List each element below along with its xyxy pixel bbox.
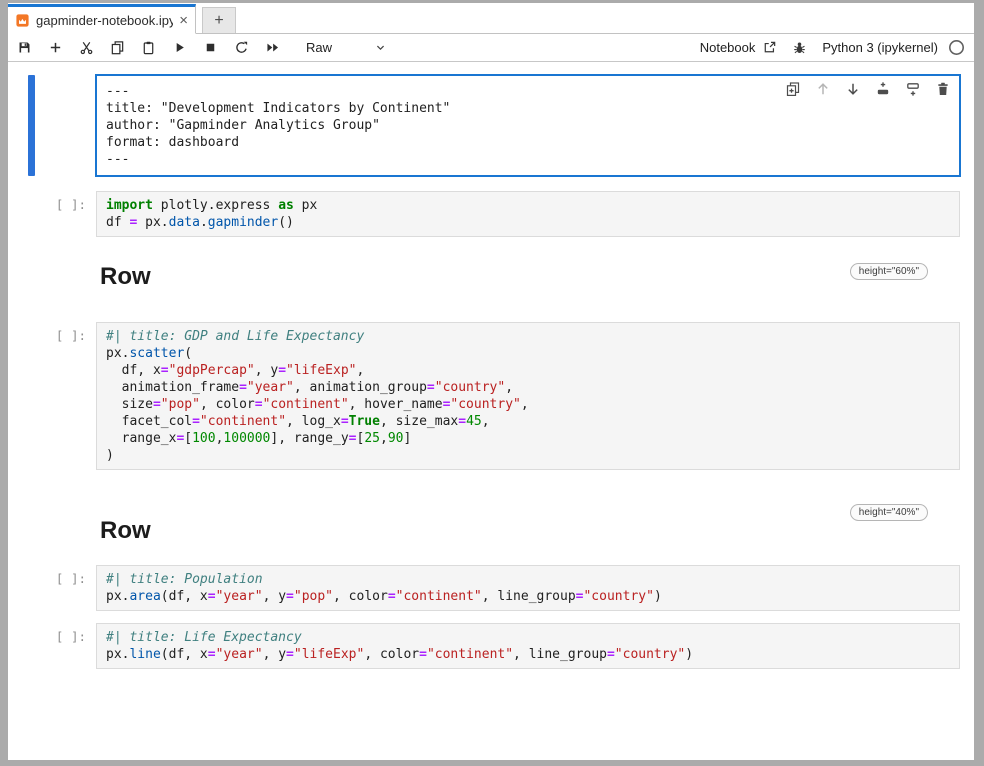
- cell-editor[interactable]: #| title: GDP and Life Expectancypx.scat…: [96, 322, 960, 470]
- markdown-cell[interactable]: Rowheight="60%": [8, 263, 974, 291]
- cell-main: import plotly.express as pxdf = px.data.…: [96, 191, 960, 237]
- code-cell[interactable]: [ ]:#| title: Life Expectancypx.line(df,…: [8, 623, 974, 669]
- cell-type-dropdown[interactable]: Raw: [306, 40, 387, 55]
- cell-main: #| title: Life Expectancypx.line(df, x="…: [96, 623, 960, 669]
- code-cell[interactable]: [ ]:#| title: Populationpx.area(df, x="y…: [8, 565, 974, 611]
- tab-bar: gapminder-notebook.ipynb × +: [8, 3, 974, 34]
- kernel-name: Python 3 (ipykernel): [822, 40, 938, 55]
- cell-editor[interactable]: #| title: Life Expectancypx.line(df, x="…: [96, 623, 960, 669]
- jupyterlab-window: gapminder-notebook.ipynb × + Raw Noteboo…: [8, 3, 974, 760]
- markdown-heading: Row: [96, 263, 960, 291]
- code-line: px.area(df, x="year", y="pop", color="co…: [106, 588, 950, 605]
- cell-editor[interactable]: import plotly.express as pxdf = px.data.…: [96, 191, 960, 237]
- code-line: ---: [106, 151, 950, 168]
- move-cell-down-icon[interactable]: [845, 81, 861, 97]
- notebook-content-area[interactable]: --- title: "Development Indicators by Con…: [8, 62, 974, 760]
- cell-main: Rowheight="60%": [96, 263, 960, 291]
- code-cell[interactable]: [ ]:#| title: GDP and Life Expectancypx.…: [8, 322, 974, 470]
- debugger-bug-icon[interactable]: [792, 40, 807, 55]
- code-line: facet_col="continent", log_x=True, size_…: [106, 413, 950, 430]
- close-tab-icon[interactable]: ×: [179, 13, 188, 28]
- markdown-cell[interactable]: Rowheight="40%": [8, 517, 974, 545]
- execution-prompt: [ ]:: [35, 623, 96, 669]
- notebook-cells: --- title: "Development Indicators by Con…: [8, 75, 974, 669]
- cell-collapser[interactable]: [28, 565, 35, 611]
- cell-toolbar: [785, 81, 951, 97]
- cell-attribute-badge: height="60%": [850, 263, 928, 280]
- external-link-icon: [762, 40, 777, 55]
- stop-kernel-icon[interactable]: [203, 36, 234, 60]
- code-line: px.line(df, x="year", y="lifeExp", color…: [106, 646, 950, 663]
- code-line: #| title: Population: [106, 571, 950, 588]
- code-line: px.scatter(: [106, 345, 950, 362]
- cell-collapser[interactable]: [28, 623, 35, 669]
- cell-editor[interactable]: --- title: "Development Indicators by Con…: [96, 75, 960, 176]
- cell-attribute-badge: height="40%": [850, 504, 928, 521]
- delete-cell-icon[interactable]: [935, 81, 951, 97]
- notebook-file-icon: [15, 13, 30, 28]
- cell-collapser[interactable]: [28, 322, 35, 470]
- kernel-status-icon: [948, 39, 965, 56]
- raw-cell[interactable]: --- title: "Development Indicators by Con…: [8, 75, 974, 176]
- insert-cell-below-icon[interactable]: [905, 81, 921, 97]
- cell-main: --- title: "Development Indicators by Con…: [96, 75, 960, 176]
- save-icon[interactable]: [17, 36, 48, 60]
- notebook-toolbar: Raw Notebook Python 3 (ipykernel): [8, 34, 974, 62]
- execution-prompt: [35, 517, 96, 545]
- tab-gapminder-notebook[interactable]: gapminder-notebook.ipynb ×: [8, 4, 196, 34]
- code-line: animation_frame="year", animation_group=…: [106, 379, 950, 396]
- code-line: size="pop", color="continent", hover_nam…: [106, 396, 950, 413]
- tab-title: gapminder-notebook.ipynb: [36, 13, 173, 28]
- code-line: format: dashboard: [106, 134, 950, 151]
- toolbar-left-icons: [17, 36, 296, 60]
- execution-prompt: [35, 75, 96, 176]
- new-tab-button[interactable]: +: [202, 7, 236, 33]
- move-cell-up-icon: [815, 81, 831, 97]
- copy-cells-icon[interactable]: [110, 36, 141, 60]
- restart-kernel-icon[interactable]: [234, 36, 265, 60]
- cell-editor[interactable]: #| title: Populationpx.area(df, x="year"…: [96, 565, 960, 611]
- insert-cell-above-icon[interactable]: [875, 81, 891, 97]
- code-line: ): [106, 447, 950, 464]
- code-line: author: "Gapminder Analytics Group": [106, 117, 950, 134]
- execution-prompt: [ ]:: [35, 565, 96, 611]
- add-cell-icon[interactable]: [48, 36, 79, 60]
- run-cell-icon[interactable]: [172, 36, 203, 60]
- duplicate-cell-icon[interactable]: [785, 81, 801, 97]
- open-in-notebook-button[interactable]: Notebook: [700, 40, 778, 55]
- notebook-label: Notebook: [700, 40, 756, 55]
- code-line: #| title: Life Expectancy: [106, 629, 950, 646]
- cell-collapser[interactable]: [28, 517, 35, 545]
- markdown-heading: Row: [96, 517, 960, 545]
- code-cell[interactable]: [ ]:import plotly.express as pxdf = px.d…: [8, 191, 974, 237]
- cell-main: #| title: GDP and Life Expectancypx.scat…: [96, 322, 960, 470]
- code-line: df = px.data.gapminder(): [106, 214, 950, 231]
- toolbar-right: Notebook Python 3 (ipykernel): [700, 39, 965, 56]
- cell-collapser[interactable]: [28, 75, 35, 176]
- execution-prompt: [ ]:: [35, 322, 96, 470]
- code-line: import plotly.express as px: [106, 197, 950, 214]
- cell-main: #| title: Populationpx.area(df, x="year"…: [96, 565, 960, 611]
- kernel-selector[interactable]: Python 3 (ipykernel): [822, 39, 965, 56]
- code-line: title: "Development Indicators by Contin…: [106, 100, 950, 117]
- execution-prompt: [ ]:: [35, 191, 96, 237]
- code-line: #| title: GDP and Life Expectancy: [106, 328, 950, 345]
- cell-type-value: Raw: [306, 40, 332, 55]
- chevron-down-icon: [374, 41, 387, 54]
- code-line: range_x=[100,100000], range_y=[25,90]: [106, 430, 950, 447]
- paste-cells-icon[interactable]: [141, 36, 172, 60]
- cell-main: Rowheight="40%": [96, 517, 960, 545]
- code-line: df, x="gdpPercap", y="lifeExp",: [106, 362, 950, 379]
- cell-collapser[interactable]: [28, 263, 35, 291]
- execution-prompt: [35, 263, 96, 291]
- restart-run-all-icon[interactable]: [265, 36, 296, 60]
- cut-cells-icon[interactable]: [79, 36, 110, 60]
- cell-collapser[interactable]: [28, 191, 35, 237]
